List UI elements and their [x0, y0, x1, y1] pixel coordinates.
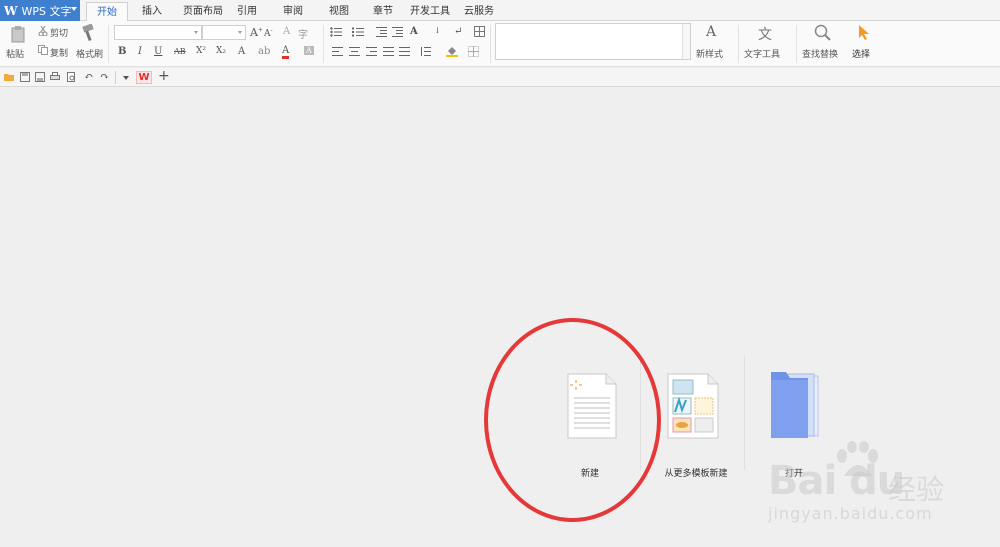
- tab-references[interactable]: 引用: [232, 2, 262, 21]
- text-tools-button[interactable]: 文字工具: [744, 47, 780, 60]
- highlight-circle-annotation: [484, 318, 661, 522]
- format-painter-icon: [82, 24, 94, 42]
- baidu-jingyan-watermark: Bai du 经验 jingyan.baidu.com: [768, 440, 998, 540]
- undo-icon[interactable]: ↶: [84, 70, 93, 83]
- ribbon-separator: [490, 25, 491, 63]
- shading-fill-icon[interactable]: [446, 45, 458, 57]
- align-center-icon[interactable]: [349, 47, 360, 56]
- print-preview-icon[interactable]: [66, 72, 76, 82]
- copy-button[interactable]: 复制: [50, 46, 68, 59]
- watermark-url: jingyan.baidu.com: [768, 504, 933, 523]
- borders-icon[interactable]: [468, 46, 479, 57]
- app-name: WPS 文字: [21, 4, 72, 18]
- border-grid-icon[interactable]: [474, 26, 485, 37]
- save-as-icon[interactable]: [35, 72, 45, 82]
- ribbon-separator: [738, 25, 739, 63]
- line-spacing-icon[interactable]: [420, 47, 431, 56]
- qa-separator: [115, 71, 116, 84]
- open-folder-icon: [771, 372, 819, 438]
- save-icon[interactable]: [20, 72, 30, 82]
- tab-cloud[interactable]: 云服务: [460, 2, 498, 21]
- redo-icon[interactable]: ↷: [100, 70, 109, 83]
- new-style-icon: A: [706, 24, 717, 40]
- tab-chapter[interactable]: 章节: [366, 2, 400, 21]
- title-tab-bar: W WPS 文字 开始 插入 页面布局 引用 审阅 视图 章节 开发工具 云服务: [0, 0, 1000, 22]
- watermark-logo: Bai du: [768, 458, 905, 504]
- from-template-label: 从更多模板新建: [664, 469, 728, 479]
- bold-button[interactable]: B: [118, 46, 126, 57]
- subscript-button[interactable]: X₂: [216, 46, 226, 56]
- customize-chevron-icon[interactable]: [123, 76, 129, 80]
- change-case-icon[interactable]: A: [410, 26, 418, 37]
- tab-page-layout[interactable]: 页面布局: [176, 2, 230, 21]
- grow-font-icon[interactable]: A+: [250, 26, 263, 39]
- clear-format-icon[interactable]: A: [283, 26, 290, 37]
- app-menu-button[interactable]: W WPS 文字: [0, 0, 80, 21]
- copy-icon: [38, 45, 48, 55]
- paste-button[interactable]: 粘贴: [6, 47, 24, 60]
- align-right-icon[interactable]: [366, 47, 377, 56]
- print-icon[interactable]: [50, 72, 60, 82]
- font-color-icon[interactable]: A: [282, 45, 290, 59]
- select-button[interactable]: 选择: [852, 47, 870, 60]
- ribbon-separator: [323, 25, 324, 63]
- superscript-button[interactable]: X²: [196, 46, 206, 56]
- distributed-icon[interactable]: [399, 47, 410, 56]
- italic-button[interactable]: I: [138, 46, 142, 57]
- justify-icon[interactable]: [383, 47, 394, 56]
- new-style-button[interactable]: 新样式: [696, 47, 723, 60]
- decrease-indent-icon[interactable]: [376, 27, 387, 37]
- quick-access-toolbar: ↶ ↷ W +: [0, 68, 1000, 87]
- wps-logo-icon: W: [4, 3, 18, 18]
- underline-button[interactable]: U: [154, 46, 162, 57]
- strikethrough-button[interactable]: AB: [174, 47, 186, 56]
- open-folder-icon[interactable]: [4, 72, 14, 82]
- find-replace-button[interactable]: 查找替换: [802, 47, 838, 60]
- sort-icon[interactable]: ↓: [434, 26, 441, 35]
- gallery-scrollbar[interactable]: [682, 24, 690, 59]
- cursor-arrow-icon: [859, 25, 869, 40]
- ribbon-separator: [796, 25, 797, 63]
- new-from-template-tile[interactable]: 从更多模板新建: [656, 360, 736, 485]
- font-family-combo[interactable]: [114, 25, 202, 40]
- numbered-list-icon[interactable]: [352, 27, 364, 37]
- tile-separator: [744, 356, 745, 470]
- highlight-icon[interactable]: ab: [258, 46, 270, 57]
- paste-icon[interactable]: [10, 25, 26, 43]
- bullet-list-icon[interactable]: [330, 27, 342, 37]
- new-tab-plus-icon[interactable]: +: [158, 68, 170, 84]
- ribbon: 粘贴 剪切 复制 格式刷 A+ A- A 字 B I U AB X² X₂ A …: [0, 21, 1000, 67]
- scissors-icon: [38, 26, 48, 36]
- text-effect-icon[interactable]: A: [238, 46, 245, 57]
- watermark-cn: 经验: [888, 473, 945, 506]
- wps-docer-icon[interactable]: W: [136, 71, 152, 84]
- pinyin-guide-icon[interactable]: 字: [298, 26, 308, 41]
- align-left-icon[interactable]: [332, 47, 343, 56]
- cut-button[interactable]: 剪切: [50, 26, 68, 39]
- ribbon-separator: [108, 25, 109, 63]
- chevron-down-icon: [71, 7, 77, 11]
- chevron-down-icon: [194, 31, 198, 34]
- style-gallery[interactable]: [495, 23, 691, 60]
- char-shading-icon[interactable]: A: [304, 46, 314, 55]
- template-document-icon: [667, 373, 719, 439]
- tab-insert[interactable]: 插入: [134, 2, 170, 21]
- find-replace-icon: [814, 24, 831, 41]
- text-tools-icon: 文: [758, 27, 772, 43]
- tab-review[interactable]: 审阅: [276, 2, 310, 21]
- tab-developer[interactable]: 开发工具: [406, 2, 454, 21]
- font-size-combo[interactable]: [202, 25, 246, 40]
- paragraph-mark-icon[interactable]: ↵: [454, 26, 462, 37]
- tab-home[interactable]: 开始: [86, 2, 128, 22]
- format-painter-button[interactable]: 格式刷: [76, 47, 103, 60]
- chevron-down-icon: [238, 31, 242, 34]
- tab-view[interactable]: 视图: [322, 2, 356, 21]
- shrink-font-icon[interactable]: A-: [264, 27, 273, 39]
- increase-indent-icon[interactable]: [392, 27, 403, 37]
